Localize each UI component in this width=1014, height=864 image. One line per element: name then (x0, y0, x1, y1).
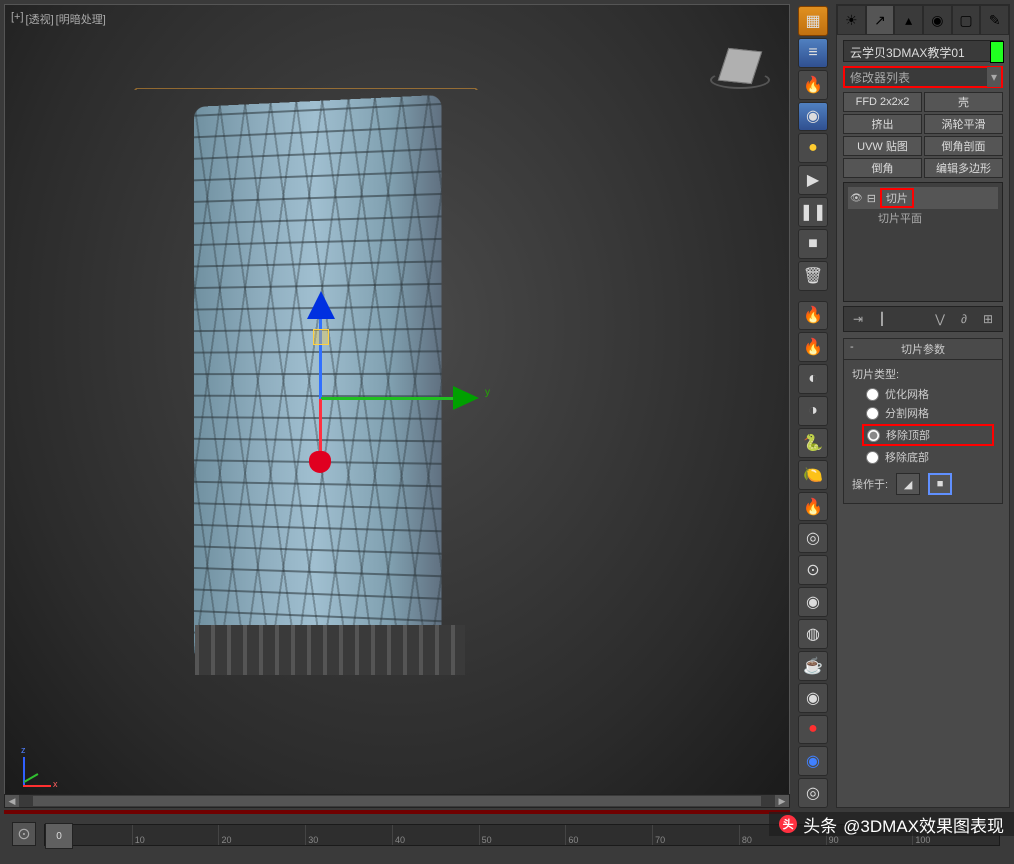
ground-plane (134, 88, 478, 89)
mod-extrude-button[interactable]: 挤出 (843, 114, 922, 134)
mod-bevelprofile-button[interactable]: 倒角剖面 (924, 136, 1003, 156)
vtool-11[interactable]: ◐ (798, 364, 828, 394)
radio-remove-top[interactable]: 移除顶部 (862, 424, 994, 446)
expand-icon[interactable]: ⊟ (867, 192, 876, 205)
configure-sets-icon[interactable]: ⊞ (978, 309, 998, 329)
modifier-stack[interactable]: 👁 ⊟ 切片 切片平面 (843, 182, 1003, 302)
operate-face-button[interactable]: ◢ (896, 473, 920, 495)
operate-on-label: 操作于: (852, 476, 888, 492)
vtool-24[interactable]: ◎ (798, 778, 828, 808)
stack-toolbar: ⇥ ┃ ⋁ ∂ ⊞ (843, 306, 1003, 332)
object-name-field[interactable]: 云学贝3DMAX教学01 (843, 40, 1003, 62)
vtool-23[interactable]: ◉ (798, 746, 828, 776)
modifier-buttons: FFD 2x2x2 壳 挤出 涡轮平滑 UVW 贴图 倒角剖面 倒角 编辑多边形 (843, 92, 1003, 178)
command-panel: ☀ ↗ ▴ ◉ ▢ ✎ 云学贝3DMAX教学01 修改器列表 ▾ FFD 2x2… (836, 4, 1010, 808)
scroll-left-icon[interactable]: ◀ (5, 795, 19, 807)
vtool-16[interactable]: ◎ (798, 523, 828, 553)
timeline-redbar (4, 810, 790, 814)
create-tab[interactable]: ☀ (837, 5, 866, 35)
stack-sub-sliceplane[interactable]: 切片平面 (848, 209, 998, 227)
autokey-button[interactable]: ⊙ (12, 822, 36, 846)
watermark-text: @3DMAX效果图表现 (843, 812, 1004, 837)
building-base (195, 625, 465, 675)
vtool-12[interactable]: ◑ (798, 396, 828, 426)
vtool-20[interactable]: ☕ (798, 651, 828, 681)
rollout-header[interactable]: - 切片参数 (844, 339, 1002, 360)
vtool-18[interactable]: ◉ (798, 587, 828, 617)
pause-icon[interactable]: ❚❚ (798, 197, 828, 227)
object-color-swatch[interactable] (990, 41, 1004, 63)
vtool-19[interactable]: ◍ (798, 619, 828, 649)
utilities-tab[interactable]: ✎ (980, 5, 1009, 35)
viewcube[interactable] (715, 45, 765, 95)
vtool-1[interactable]: ≡ (798, 38, 828, 68)
visibility-icon[interactable]: 👁 (850, 193, 863, 204)
watermark-prefix: 头条 (803, 812, 837, 837)
vtool-10[interactable]: 🔥 (798, 332, 828, 362)
watermark: 头 头条 @3DMAX效果图表现 (769, 812, 1014, 836)
rollout-title: 切片参数 (901, 344, 945, 356)
trash-icon[interactable]: 🗑 (798, 261, 828, 291)
viewport[interactable]: [+] [透视] [明暗处理] y z x (4, 4, 790, 808)
modify-tab[interactable]: ↗ (866, 5, 895, 35)
pin-stack-icon[interactable]: ⇥ (848, 309, 868, 329)
stack-modifier-name: 切片 (880, 188, 914, 208)
scroll-right-icon[interactable]: ▶ (775, 795, 789, 807)
viewport-shading-mode[interactable]: [明暗处理] (56, 11, 106, 27)
mod-editpoly-button[interactable]: 编辑多边形 (924, 158, 1003, 178)
viewport-label-group: [+] [透视] [明暗处理] (11, 11, 106, 27)
vtool-4[interactable]: ● (798, 133, 828, 163)
building-mesh[interactable] (194, 95, 442, 667)
radio-split-mesh[interactable]: 分割网格 (866, 405, 994, 421)
mod-ffd-button[interactable]: FFD 2x2x2 (843, 92, 922, 112)
vertical-toolbar: ▦ ≡ 🔥 ◉ ● ▶ ❚❚ ■ 🗑 🔥 🔥 ◐ ◑ 🐍 🍋 🔥 ◎ ⊙ ◉ ◍… (796, 4, 830, 808)
slice-params-rollout: - 切片参数 切片类型: 优化网格 分割网格 移除顶部 移除底部 操作于: ◢ … (843, 338, 1003, 504)
remove-modifier-icon[interactable]: ∂ (954, 309, 974, 329)
radio-refine-mesh[interactable]: 优化网格 (866, 386, 994, 402)
viewport-view-mode[interactable]: [透视] (26, 11, 54, 27)
vtool-22[interactable]: ● (798, 715, 828, 745)
vtool-15[interactable]: 🔥 (798, 492, 828, 522)
vtool-21[interactable]: ◉ (798, 683, 828, 713)
radio-remove-bottom[interactable]: 移除底部 (866, 449, 994, 465)
vtool-13[interactable]: 🐍 (798, 428, 828, 458)
stack-sub-label: 切片平面 (878, 210, 922, 226)
axis-label-y: y (485, 387, 490, 398)
vtool-17[interactable]: ⊙ (798, 555, 828, 585)
mod-uvw-button[interactable]: UVW 贴图 (843, 136, 922, 156)
operate-poly-button[interactable]: ■ (928, 473, 952, 495)
viewport-maximize[interactable]: [+] (11, 11, 24, 27)
object-name-text: 云学贝3DMAX教学01 (850, 46, 965, 60)
vtool-0[interactable]: ▦ (798, 6, 828, 36)
chevron-down-icon: ▾ (987, 67, 1001, 87)
modifier-dropdown-label: 修改器列表 (850, 69, 910, 86)
mod-turbosmooth-button[interactable]: 涡轮平滑 (924, 114, 1003, 134)
panel-tabs: ☀ ↗ ▴ ◉ ▢ ✎ (837, 5, 1009, 35)
make-unique-icon[interactable]: ⋁ (930, 309, 950, 329)
vtool-fire-icon[interactable]: 🔥 (798, 70, 828, 100)
vtool-14[interactable]: 🍋 (798, 460, 828, 490)
hierarchy-tab[interactable]: ▴ (894, 5, 923, 35)
slice-type-label: 切片类型: (852, 366, 994, 382)
show-end-result-icon[interactable]: ┃ (872, 309, 892, 329)
scroll-thumb[interactable] (33, 796, 761, 806)
mod-bevel-button[interactable]: 倒角 (843, 158, 922, 178)
toutiao-icon: 头 (779, 815, 797, 833)
vtool-3[interactable]: ◉ (798, 102, 828, 132)
viewport-scrollbar[interactable]: ◀ ▶ (4, 794, 790, 808)
display-tab[interactable]: ▢ (952, 5, 981, 35)
modifier-list-dropdown[interactable]: 修改器列表 ▾ (843, 66, 1003, 88)
stop-icon[interactable]: ■ (798, 229, 828, 259)
play-icon[interactable]: ▶ (798, 165, 828, 195)
motion-tab[interactable]: ◉ (923, 5, 952, 35)
mod-shell-button[interactable]: 壳 (924, 92, 1003, 112)
timeline-handle[interactable]: 0 (45, 823, 73, 849)
vtool-9[interactable]: 🔥 (798, 301, 828, 331)
stack-item-slice[interactable]: 👁 ⊟ 切片 (848, 187, 998, 209)
